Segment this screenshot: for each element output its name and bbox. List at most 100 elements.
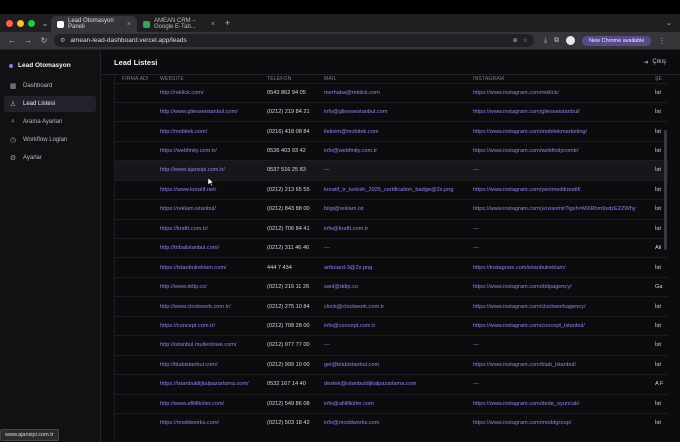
logout-button[interactable]: ⇥ Çıkış bbox=[643, 59, 666, 66]
sidebar-item-lead-listesi[interactable]: ♙ Lead Listesi bbox=[4, 96, 96, 112]
cell-instagram-link[interactable]: https://www.instagram.com/yovisomtr?igsh… bbox=[466, 199, 648, 220]
cell-instagram-link[interactable]: https://www.instagram.com/ddipagency/ bbox=[466, 276, 648, 297]
column-header-instagram[interactable]: INSTAGRAM bbox=[466, 75, 648, 83]
cell-instagram-link[interactable]: https://www.instagram.com/yenimedikreati… bbox=[466, 179, 648, 200]
table-row[interactable]: https://moddworks.com/(0212) 503 18 42 in… bbox=[115, 412, 668, 433]
cell-instagram-link[interactable]: — bbox=[466, 335, 648, 356]
table-row[interactable]: http://reklick.com/0543 862 94 05 merhaba… bbox=[115, 82, 668, 103]
browser-tab[interactable]: AMEAN CRM – Google E-Tab... × bbox=[137, 16, 221, 32]
sidebar-item-arama-ayarlari[interactable]: ⌕ Arama Ayarları bbox=[4, 114, 96, 130]
back-icon[interactable]: ← bbox=[8, 36, 16, 45]
table-row[interactable]: https://webfinity.com.tr/0536 403 93 42 i… bbox=[115, 140, 668, 161]
cell-website-link[interactable]: http://istanbul.mullenlowe.com/ bbox=[153, 335, 260, 356]
cell-instagram-link[interactable]: — bbox=[466, 237, 648, 258]
cell-website-link[interactable]: https://istanbulreklam.com/ bbox=[153, 257, 260, 278]
column-header-telefon[interactable]: TELEFON bbox=[260, 75, 317, 83]
cell-mail[interactable]: merhaba@reklick.com bbox=[317, 82, 466, 103]
cell-mail[interactable]: info@concept.com.tr bbox=[317, 315, 466, 336]
cell-website-link[interactable]: http://www.ajansipi.com.tr/ bbox=[153, 160, 260, 181]
sidebar-item-ayarlar[interactable]: ⚙ Ayarlar bbox=[4, 150, 96, 166]
table-row[interactable]: http://mobitek.com/(0216) 418 08 84 ileti… bbox=[115, 121, 668, 142]
table-row[interactable]: http://www.gliesseistanbul.com/(0212) 21… bbox=[115, 101, 668, 122]
cell-website-link[interactable]: https://kraftt.com.tr/ bbox=[153, 218, 260, 239]
column-header-firma[interactable]: FIRMA ADI bbox=[115, 75, 153, 83]
translate-icon[interactable]: ⊕ bbox=[513, 37, 518, 44]
cell-instagram-link[interactable]: https://www.instagram.com/blab_istanbul/ bbox=[466, 354, 648, 375]
cell-instagram-link[interactable]: https://www.instagram.com/moddgroup/ bbox=[466, 412, 648, 433]
cell-mail[interactable]: artboard-3@2x.png bbox=[317, 257, 466, 278]
column-header-website[interactable]: WEBSITE bbox=[153, 75, 260, 83]
cell-website-link[interactable]: http://reklick.com/ bbox=[153, 82, 260, 103]
minimize-window-button[interactable] bbox=[17, 19, 24, 27]
cell-mail[interactable]: info@afilifikirler.com bbox=[317, 393, 466, 414]
tab-close-icon[interactable]: × bbox=[127, 21, 131, 28]
cell-mail[interactable]: info@moddworks.com bbox=[317, 412, 466, 433]
cell-instagram-link[interactable]: — bbox=[466, 160, 648, 181]
cell-instagram-link[interactable]: https://www.instagram.com/clockworkagenc… bbox=[466, 296, 648, 317]
table-row[interactable]: http://www.afilifikirler.com/(0212) 549 … bbox=[115, 393, 668, 414]
column-header-sehir[interactable]: ŞE bbox=[648, 75, 668, 83]
cell-mail[interactable]: clock@clockwork.com.tr bbox=[317, 296, 466, 317]
table-row[interactable]: https://istanbulreklam.com/444 7 434 artb… bbox=[115, 257, 668, 278]
tab-search-icon[interactable]: ⌄ bbox=[39, 17, 51, 29]
table-row[interactable]: https://www.kreatif.net/(0212) 213 65 55… bbox=[115, 179, 668, 200]
table-row[interactable]: http://www.clockwork.com.tr/(0212) 275 1… bbox=[115, 296, 668, 317]
cell-mail[interactable]: iletisim@mobitek.com bbox=[317, 121, 466, 142]
cell-instagram-link[interactable]: https://www.instagram.com/concept_istanb… bbox=[466, 315, 648, 336]
tab-list-icon[interactable]: ⌄ bbox=[666, 19, 672, 27]
cell-mail[interactable]: info@webfinity.com.tr bbox=[317, 140, 466, 161]
download-icon[interactable]: ⤓ bbox=[544, 37, 547, 45]
cell-mail[interactable]: — bbox=[317, 237, 466, 258]
table-row[interactable]: https://kraftt.com.tr/(0212) 706 84 41 in… bbox=[115, 218, 668, 239]
cell-website-link[interactable]: http://mobitek.com/ bbox=[153, 121, 260, 142]
cell-website-link[interactable]: http://www.gliesseistanbul.com/ bbox=[153, 101, 260, 122]
address-bar[interactable]: ⚙ amean-lead-dashboard.vercel.app/leads … bbox=[54, 34, 534, 47]
cell-mail[interactable]: gel@blabistanbul.com bbox=[317, 354, 466, 375]
cell-instagram-link[interactable]: https://instagram.com/istanbulreklam/ bbox=[466, 257, 648, 278]
cell-website-link[interactable]: https://moddworks.com/ bbox=[153, 412, 260, 433]
table-scrollbar[interactable] bbox=[664, 130, 667, 250]
menu-icon[interactable]: ⋮ bbox=[658, 37, 665, 45]
table-row[interactable]: http://tribalistanbul.com/(0212) 311 46 … bbox=[115, 237, 668, 258]
table-row[interactable]: http://www.ajansipi.com.tr/0537 516 25 8… bbox=[115, 160, 668, 181]
browser-tab-active[interactable]: Lead Otomasyon Paneli × bbox=[51, 16, 137, 32]
lead-table-container[interactable]: FIRMA ADI WEBSITE TELEFON MAIL INSTAGRAM… bbox=[114, 75, 668, 442]
table-row[interactable]: http://istanbul.mullenlowe.com/(0212) 97… bbox=[115, 335, 668, 356]
cell-mail[interactable]: — bbox=[317, 335, 466, 356]
new-chrome-available-button[interactable]: New Chrome available bbox=[582, 35, 652, 46]
forward-icon[interactable]: → bbox=[24, 36, 32, 45]
cell-mail[interactable]: sanl@ddip.co bbox=[317, 276, 466, 297]
tab-close-icon[interactable]: × bbox=[211, 21, 215, 28]
maximize-window-button[interactable] bbox=[28, 19, 35, 27]
table-row[interactable]: https://reklam.istanbul/(0212) 843 88 00… bbox=[115, 199, 668, 220]
close-window-button[interactable] bbox=[6, 19, 13, 27]
cell-website-link[interactable]: https://webfinity.com.tr/ bbox=[153, 140, 260, 161]
table-row[interactable]: https://concept.com.tr/(0212) 708 28 00 i… bbox=[115, 315, 668, 336]
cell-instagram-link[interactable]: https://www.instagram.com/dede_oyuncak/ bbox=[466, 393, 648, 414]
table-row[interactable]: https://istanbuldijitalpazarlama.com/053… bbox=[115, 374, 668, 394]
cell-website-link[interactable]: http://tribalistanbul.com/ bbox=[153, 237, 260, 258]
cell-mail[interactable]: — bbox=[317, 160, 466, 181]
site-info-icon[interactable]: ⚙ bbox=[60, 37, 65, 44]
cell-instagram-link[interactable]: — bbox=[466, 374, 648, 394]
cell-website-link[interactable]: http://www.clockwork.com.tr/ bbox=[153, 296, 260, 317]
extensions-icon[interactable]: ⧉ bbox=[554, 37, 559, 45]
cell-website-link[interactable]: https://www.kreatif.net/ bbox=[153, 179, 260, 200]
sidebar-item-dashboard[interactable]: ▦ Dashboard bbox=[4, 78, 96, 94]
cell-website-link[interactable]: http://www.ddip.co/ bbox=[153, 276, 260, 297]
bookmark-star-icon[interactable]: ☆ bbox=[523, 37, 528, 44]
cell-website-link[interactable]: https://istanbuldijitalpazarlama.com/ bbox=[153, 374, 260, 394]
profile-avatar[interactable] bbox=[566, 36, 576, 45]
cell-website-link[interactable]: https://reklam.istanbul/ bbox=[153, 199, 260, 220]
cell-instagram-link[interactable]: https://www.instagram.com/gliesseistanbu… bbox=[466, 101, 648, 122]
cell-mail[interactable]: bilgi@reklam.ist bbox=[317, 199, 466, 220]
cell-website-link[interactable]: https://concept.com.tr/ bbox=[153, 315, 260, 336]
new-tab-icon[interactable]: + bbox=[225, 18, 230, 28]
reload-icon[interactable]: ↻ bbox=[40, 36, 48, 45]
cell-mail[interactable]: destek@istanbuldijitalpazarlama.com bbox=[317, 374, 466, 394]
column-header-mail[interactable]: MAIL bbox=[317, 75, 466, 83]
cell-instagram-link[interactable]: https://www.instagram.com/mobitekmarketi… bbox=[466, 121, 648, 142]
cell-instagram-link[interactable]: — bbox=[466, 218, 648, 239]
cell-instagram-link[interactable]: https://www.instagram.com/webfinitycomtr… bbox=[466, 140, 648, 161]
cell-instagram-link[interactable]: https://www.instagram.com/reklick/ bbox=[466, 82, 648, 103]
